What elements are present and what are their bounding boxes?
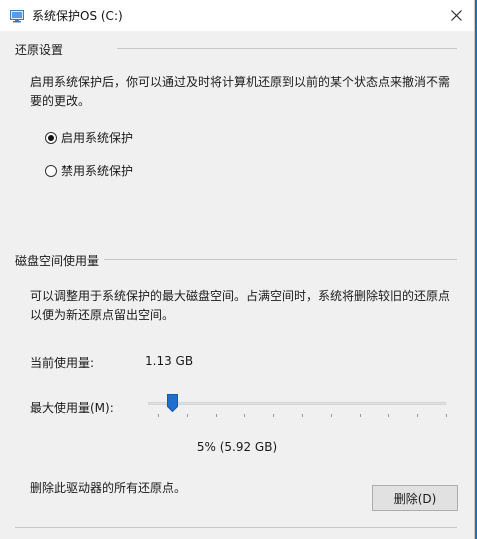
close-button[interactable] (438, 0, 474, 31)
slider-tick (186, 414, 188, 417)
slider-tick (302, 414, 303, 417)
disk-usage-description: 可以调整用于系统保护的最大磁盘空间。占满空间时，系统将删除较旧的还原点以便为新还… (30, 289, 451, 322)
slider-tick (273, 414, 275, 417)
slider-tick (215, 414, 217, 417)
disk-usage-header: 磁盘空间使用量 (15, 254, 100, 268)
enable-protection-radio[interactable]: 启用系统保护 (45, 129, 133, 146)
system-protection-icon (10, 8, 24, 23)
disable-protection-label: 禁用系统保护 (61, 164, 134, 178)
delete-button[interactable]: 删除(D) (372, 485, 458, 511)
slider-tick (330, 414, 332, 417)
restore-settings-description: 启用系统保护后，你可以通过及时将计算机还原到以前的某个状态点来撤消不需要的更改。 (30, 75, 451, 108)
restore-settings-divider (117, 48, 457, 49)
slider-tick (158, 414, 159, 417)
close-icon (450, 6, 462, 25)
max-usage-slider-track[interactable] (148, 402, 446, 405)
max-usage-percent: 5% (5.92 GB) (196, 440, 278, 454)
window-title: 系统保护OS (C:) (32, 9, 123, 23)
enable-protection-radio-circle[interactable] (45, 131, 57, 144)
slider-tick (388, 414, 390, 417)
bottom-divider (15, 527, 457, 528)
slider-tick (417, 414, 419, 417)
system-protection-dialog: 系统保护OS (C:) 还原设置 启用系统保护后，你可以通过及时将计算机还原到以… (0, 0, 475, 539)
disable-protection-radio[interactable]: 禁用系统保护 (45, 162, 133, 179)
current-usage-label: 当前使用量: (30, 356, 95, 370)
disable-protection-radio-circle[interactable] (45, 164, 57, 177)
slider-tick (446, 414, 447, 417)
restore-settings-header: 还原设置 (15, 43, 64, 57)
delete-restore-points-description: 删除此驱动器的所有还原点。 (30, 481, 187, 495)
slider-tick (244, 414, 246, 417)
title-bar: 系统保护OS (C:) (0, 0, 474, 31)
disk-usage-divider (104, 259, 457, 260)
slider-tick (359, 414, 361, 417)
max-usage-slider-thumb[interactable] (167, 394, 179, 413)
max-usage-label: 最大使用量(M): (30, 401, 114, 415)
current-usage-value: 1.13 GB (145, 354, 194, 368)
enable-protection-label: 启用系统保护 (61, 131, 134, 145)
